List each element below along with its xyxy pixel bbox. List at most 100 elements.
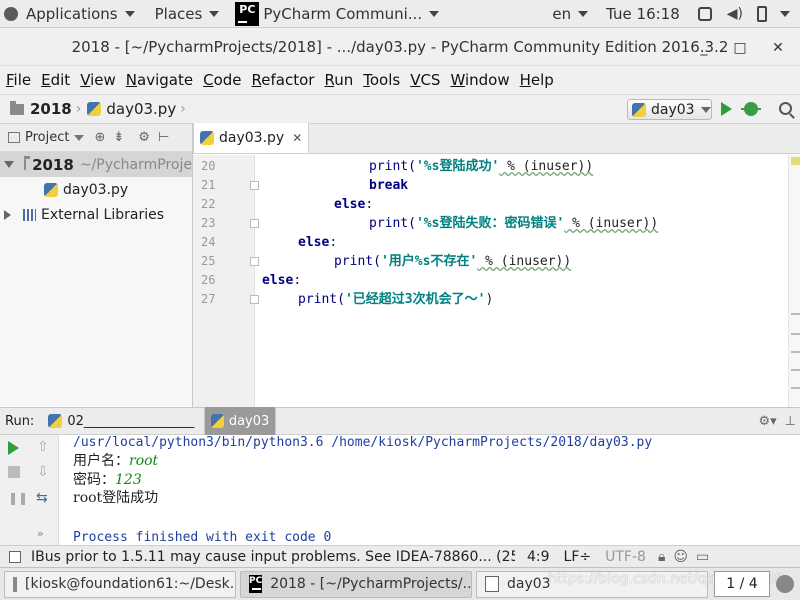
battery-icon[interactable] — [757, 5, 767, 22]
breadcrumb-project[interactable]: 2018 — [30, 100, 72, 118]
file-encoding[interactable]: UTF-8 — [605, 549, 646, 565]
scroll-marker — [791, 369, 800, 371]
line-separator[interactable]: LF÷ — [564, 549, 592, 565]
fold-marker-icon[interactable] — [250, 219, 259, 228]
fold-marker-icon[interactable] — [250, 181, 259, 190]
library-icon — [23, 208, 36, 221]
console-result: root登陆成功 — [73, 490, 159, 506]
run-configuration-select[interactable]: day03 — [627, 99, 712, 120]
close-icon[interactable]: ✕ — [292, 131, 302, 145]
console-line: 密码：123 — [73, 471, 142, 490]
run-button[interactable] — [721, 102, 732, 116]
maximize-button[interactable]: □ — [726, 29, 754, 66]
expand-icon[interactable] — [4, 161, 14, 168]
collapse-all-icon[interactable]: ⇟ — [113, 130, 124, 145]
line-number: 23 — [201, 216, 216, 230]
code-line: print('用户%s不存在' % (inuser)) — [334, 252, 571, 271]
gear-icon[interactable]: ⚙▾ — [758, 414, 776, 429]
code-keyword: break — [369, 178, 409, 193]
chevron-down-icon — [429, 10, 440, 17]
menu-run[interactable]: Run — [320, 71, 357, 89]
tab-day03[interactable]: day03.py ✕ — [193, 123, 310, 153]
folder-icon — [24, 156, 31, 170]
menu-bar: File Edit View Navigate Code Refactor Ru… — [0, 66, 800, 94]
code-token: print( — [369, 216, 416, 231]
project-root-path: ~/PycharmProje — [79, 156, 192, 173]
workspace-pager[interactable]: 1 / 4 — [714, 571, 770, 597]
chevron-down-icon — [209, 10, 220, 17]
menu-edit[interactable]: Edit — [37, 71, 74, 89]
hide-panel-icon[interactable]: ⊢ — [158, 130, 169, 145]
notification-icon[interactable] — [776, 575, 794, 593]
expand-icon[interactable] — [4, 209, 11, 220]
chevron-down-icon — [700, 106, 711, 113]
window-switch-icon[interactable] — [697, 6, 712, 21]
scroll-marker — [791, 333, 800, 335]
console-output[interactable]: /usr/local/python3/bin/python3.6 /home/k… — [73, 435, 793, 545]
code-keyword: else — [262, 273, 294, 288]
fold-marker-icon[interactable] — [250, 295, 259, 304]
more-icon[interactable]: » — [37, 527, 51, 541]
chevron-down-icon[interactable] — [74, 134, 85, 141]
project-view-label[interactable]: Project — [25, 130, 69, 145]
menu-tools[interactable]: Tools — [359, 71, 404, 89]
tree-item-file[interactable]: day03.py — [0, 177, 192, 202]
console-prompt: 密码： — [73, 472, 115, 488]
code-keyword: else — [298, 235, 330, 250]
language-indicator[interactable]: en — [546, 0, 594, 28]
run-tab-active-label: day03 — [228, 413, 270, 429]
tool-window-toggle-icon[interactable] — [9, 550, 21, 563]
project-view-icon — [8, 132, 20, 143]
applications-menu[interactable]: Applications — [0, 0, 141, 28]
clock-label: Tue 16:18 — [606, 4, 680, 23]
soft-wrap-icon[interactable]: ⇆ — [36, 490, 50, 506]
places-menu[interactable]: Places — [149, 0, 226, 28]
system-menu-chevron-icon[interactable] — [780, 10, 790, 17]
clock[interactable]: Tue 16:18 — [600, 0, 686, 28]
fold-marker-icon[interactable] — [250, 257, 259, 266]
menu-file[interactable]: File — [2, 71, 35, 89]
stop-button[interactable] — [8, 466, 20, 478]
window-title: 2018 - [~/PycharmProjects/2018] - .../da… — [71, 38, 729, 56]
up-arrow-icon[interactable]: ⇧ — [37, 439, 51, 455]
code-area[interactable]: print('%s登陆成功' % (inuser)) break else: p… — [262, 155, 782, 407]
menu-refactor[interactable]: Refactor — [248, 71, 319, 89]
menu-view[interactable]: View — [76, 71, 120, 89]
editor-scrollbar[interactable] — [788, 155, 800, 407]
rerun-button[interactable] — [8, 441, 19, 455]
menu-navigate[interactable]: Navigate — [122, 71, 197, 89]
pause-button[interactable]: ❚❚ — [8, 491, 28, 505]
menu-window[interactable]: Window — [446, 71, 513, 89]
volume-icon[interactable]: ◀) — [727, 6, 743, 22]
close-button[interactable]: ✕ — [764, 29, 792, 66]
taskbar-terminal[interactable]: [kiosk@foundation61:~/Desk... — [4, 570, 236, 598]
menu-help[interactable]: Help — [516, 71, 558, 89]
taskbar-pycharm[interactable]: PC 2018 - [~/PycharmProjects/... — [240, 570, 472, 598]
lock-icon[interactable]: 🔒︎ — [658, 549, 665, 565]
inspector-icon[interactable]: ☺ — [673, 549, 688, 565]
gear-icon[interactable]: ⚙ — [138, 130, 150, 145]
run-panel-label: Run: — [5, 413, 35, 429]
tree-item-project-root[interactable]: 2018 ~/PycharmProje — [0, 152, 192, 177]
minimize-button[interactable]: _ — [690, 29, 718, 66]
hide-panel-icon[interactable]: ⊥ — [785, 414, 796, 429]
chevron-down-icon — [578, 10, 589, 17]
debug-button[interactable] — [741, 102, 761, 116]
run-tab-previous[interactable]: 02_________________ — [42, 407, 206, 435]
project-root-name: 2018 — [32, 155, 74, 174]
scroll-from-source-icon[interactable]: ⊕ — [94, 130, 105, 145]
status-message[interactable]: IBus prior to 1.5.11 may cause input pro… — [31, 549, 515, 565]
run-tab-day03[interactable]: day03 — [205, 407, 277, 435]
tree-item-external-libraries[interactable]: External Libraries — [0, 202, 192, 227]
event-log-icon[interactable]: ▭ — [696, 549, 709, 565]
document-icon — [485, 576, 499, 592]
breadcrumb-file[interactable]: day03.py — [106, 100, 176, 118]
cursor-position[interactable]: 4:9 — [527, 549, 550, 565]
search-icon[interactable] — [779, 102, 792, 115]
down-arrow-icon[interactable]: ⇩ — [37, 464, 51, 480]
language-label: en — [552, 4, 572, 23]
menu-code[interactable]: Code — [199, 71, 245, 89]
menu-vcs[interactable]: VCS — [406, 71, 444, 89]
active-app-menu[interactable]: PC PyCharm Communi... — [229, 0, 445, 28]
line-number: 20 — [201, 159, 216, 173]
